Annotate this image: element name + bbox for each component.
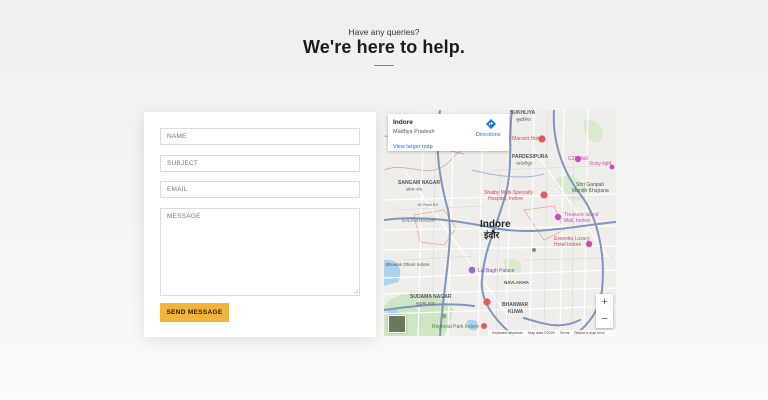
map-place-title: Indore bbox=[393, 119, 413, 126]
directions-link[interactable]: Directions bbox=[476, 132, 500, 138]
map-label-pardesipura: PARDESIPURA bbox=[512, 154, 548, 160]
map-label-sukhliya: SUKHLIYA bbox=[510, 110, 535, 116]
name-input[interactable]: NAME bbox=[160, 128, 360, 145]
keyboard-shortcuts-link[interactable]: Keyboard shortcuts bbox=[492, 331, 523, 335]
hero-eyebrow: Have any queries? bbox=[348, 27, 420, 37]
map-info-card: Indore Madhya Pradesh View larger map Di… bbox=[388, 114, 509, 151]
map-attribution: Keyboard shortcuts Map data ©2025 Terms … bbox=[488, 330, 616, 336]
map-label-essentia2: Hotel Indore bbox=[554, 242, 581, 248]
map-type-thumbnail[interactable] bbox=[388, 315, 406, 333]
zoom-control: + − bbox=[596, 294, 613, 328]
map-label-marriott: e Marriott Hotel bbox=[508, 136, 542, 142]
map-label-60-feet-rd: 60 Feet Rd bbox=[418, 202, 438, 207]
map-label-bhanwar: BHANWAR bbox=[502, 302, 528, 308]
map-label-bhuwan: Bhuwan Dham Indore bbox=[386, 262, 430, 267]
email-input[interactable]: EMAIL bbox=[160, 181, 360, 198]
map-label-lalbagh: Lal Bagh Palace bbox=[478, 268, 515, 274]
message-textarea[interactable]: MESSAGE bbox=[160, 208, 360, 296]
contact-hero: Have any queries? We're here to help. bbox=[0, 0, 768, 110]
terms-link[interactable]: Terms bbox=[560, 331, 570, 335]
message-placeholder: MESSAGE bbox=[167, 213, 201, 220]
view-larger-map-link[interactable]: View larger map bbox=[393, 144, 433, 150]
map-label-sukhliya-hi: सुखलिया bbox=[516, 116, 532, 123]
map-label-navlakha: NAVLAKHA bbox=[504, 280, 530, 285]
resize-grip-icon[interactable] bbox=[353, 289, 358, 294]
zoom-out-button[interactable]: − bbox=[596, 311, 613, 328]
map-label-sangam-hi: संगम नगर bbox=[406, 187, 423, 192]
map-label-indore-hi: इंदौर bbox=[483, 229, 500, 240]
map-place-subtitle: Madhya Pradesh bbox=[393, 129, 435, 135]
contact-form-card: NAME SUBJECT EMAIL MESSAGE SEND MESSAGE bbox=[144, 112, 376, 337]
map-label-kalani: KALANI NAGAR bbox=[402, 218, 436, 223]
map-label-treasure2: Mall, Indore bbox=[564, 218, 590, 224]
send-message-button[interactable]: SEND MESSAGE bbox=[160, 303, 229, 322]
subject-input[interactable]: SUBJECT bbox=[160, 155, 360, 172]
map-embed[interactable]: SUKHLIYA सुखलिया e Marriott Hotel PARDES… bbox=[384, 110, 616, 336]
map-label-sangam: SANGAM NAGAR bbox=[398, 180, 440, 186]
hero-headline: We're here to help. bbox=[303, 37, 465, 57]
hero-divider bbox=[374, 65, 394, 66]
map-label-regional: Regional Park Indore bbox=[432, 324, 479, 330]
map-label-pardesipura-hi: परदेसीपुरा bbox=[516, 160, 533, 167]
directions-icon[interactable] bbox=[485, 118, 497, 130]
map-data-text: Map data ©2025 bbox=[527, 331, 555, 335]
map-label-c21: C21 Mall bbox=[568, 156, 588, 162]
map-label-indore: Indore bbox=[480, 219, 511, 230]
map-label-sudama: SUDAMA NAGAR bbox=[410, 294, 452, 300]
report-error-link[interactable]: Report a map error bbox=[574, 331, 604, 335]
map-label-kuwa: KUWA bbox=[508, 309, 524, 315]
map-label-shri2: Mandir Khajrana bbox=[572, 188, 609, 194]
map-label-shalby2: Hospital, Indore bbox=[488, 196, 523, 202]
zoom-in-button[interactable]: + bbox=[596, 294, 613, 311]
map-label-vicky: Vicky light bbox=[589, 161, 612, 167]
